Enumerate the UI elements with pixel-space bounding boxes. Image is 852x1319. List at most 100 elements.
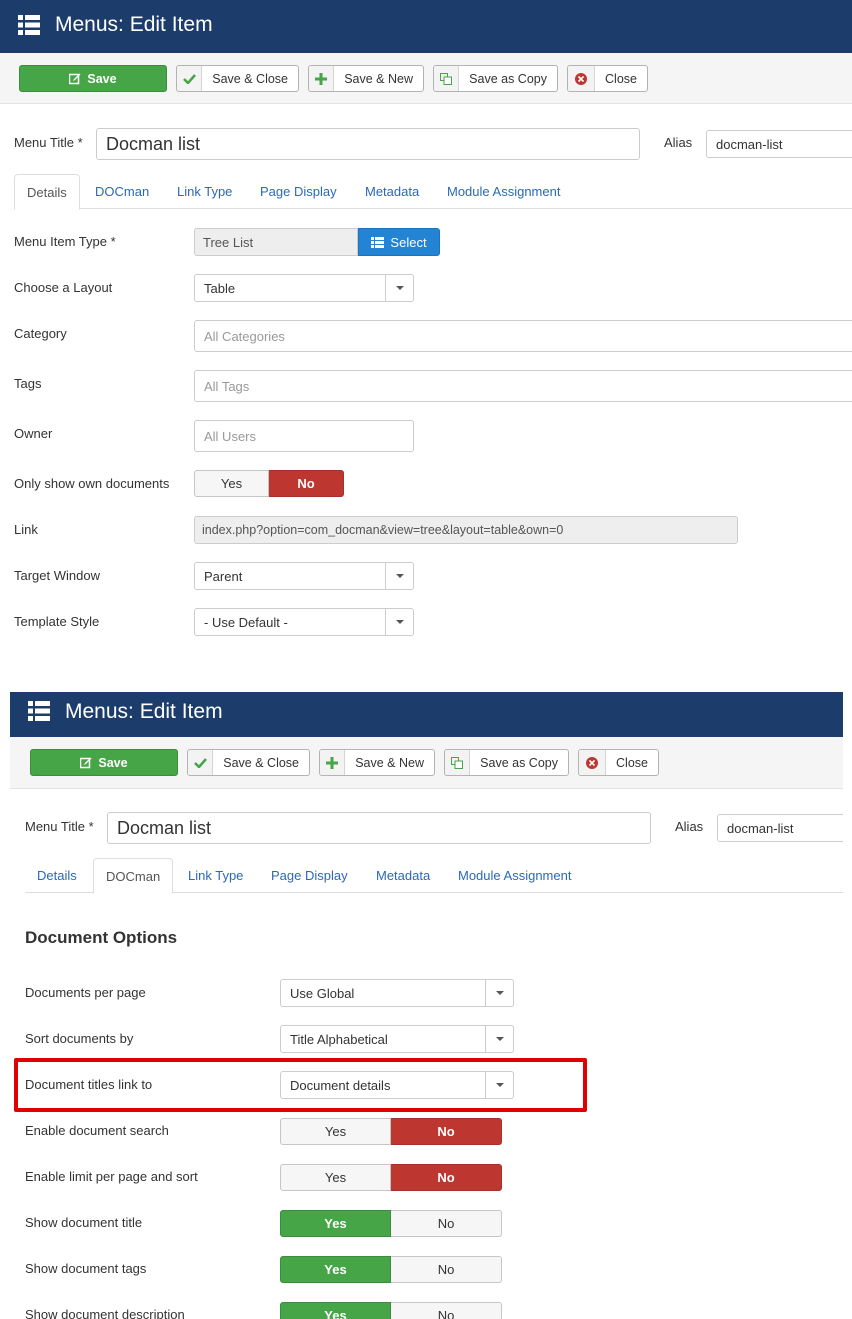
tab-metadata[interactable]: Metadata	[364, 858, 442, 893]
tab-details[interactable]: Details	[14, 174, 80, 210]
per-page-select[interactable]: Use Global	[280, 979, 514, 1007]
menu-item-type-field: Tree List Select	[194, 228, 440, 256]
tab-docman[interactable]: DOCman	[83, 174, 161, 209]
save-close-button[interactable]: Save & Close	[187, 749, 310, 776]
no-option[interactable]: No	[269, 470, 344, 497]
link-input: index.php?option=com_docman&view=tree&la…	[194, 516, 738, 544]
no-option[interactable]: No	[391, 1210, 502, 1237]
show-tags-toggle: Yes No	[280, 1256, 502, 1283]
template-style-select[interactable]: - Use Default -	[194, 608, 414, 636]
category-label: Category	[14, 326, 67, 341]
link-label: Link	[14, 522, 38, 537]
search-toggle: Yes No	[280, 1118, 502, 1145]
limit-toggle: Yes No	[280, 1164, 502, 1191]
close-button[interactable]: Close	[567, 65, 648, 92]
chevron-down-icon	[495, 1083, 504, 1087]
save-close-button[interactable]: Save & Close	[176, 65, 299, 92]
titles-link-select[interactable]: Document details	[280, 1071, 514, 1099]
chevron-down-icon	[495, 1037, 504, 1041]
chevron-down-icon	[495, 991, 504, 995]
alias-label: Alias	[664, 135, 693, 150]
layout-select[interactable]: Table	[194, 274, 414, 302]
page-title: Menus: Edit Item	[55, 13, 213, 36]
close-circle-icon	[575, 72, 588, 85]
edit-icon	[80, 757, 92, 768]
no-option[interactable]: No	[391, 1256, 502, 1283]
target-window-label: Target Window	[14, 568, 100, 583]
tab-details[interactable]: Details	[25, 858, 89, 893]
target-window-select[interactable]: Parent	[194, 562, 414, 590]
no-option[interactable]: No	[391, 1118, 502, 1145]
menu-title-input[interactable]: Docman list	[107, 812, 651, 844]
menu-item-type-value: Tree List	[194, 228, 358, 256]
save-button[interactable]: Save	[19, 65, 167, 92]
tab-module-assignment[interactable]: Module Assignment	[435, 174, 572, 209]
tab-bar: Details DOCman Link Type Page Display Me…	[14, 174, 852, 210]
chevron-down-icon	[395, 620, 404, 624]
show-title-toggle: Yes No	[280, 1210, 502, 1237]
yes-option[interactable]: Yes	[280, 1118, 391, 1145]
tab-page-display[interactable]: Page Display	[259, 858, 360, 893]
tab-metadata[interactable]: Metadata	[353, 174, 431, 209]
tab-module-assignment[interactable]: Module Assignment	[446, 858, 583, 893]
alias-input[interactable]: docman-list	[706, 130, 852, 158]
menu-item-type-label: Menu Item Type *	[14, 234, 116, 249]
page-header: Menus: Edit Item	[0, 0, 852, 53]
menu-title-input[interactable]: Docman list	[96, 128, 640, 160]
save-copy-button[interactable]: Save as Copy	[444, 749, 569, 776]
save-button[interactable]: Save	[30, 749, 178, 776]
show-desc-toggle: Yes No	[280, 1302, 502, 1319]
show-desc-label: Show document description	[25, 1307, 185, 1319]
copy-icon	[451, 756, 464, 769]
yes-option[interactable]: Yes	[194, 470, 269, 497]
copy-icon	[440, 72, 453, 85]
plus-icon	[326, 756, 339, 769]
no-option[interactable]: No	[391, 1164, 502, 1191]
alias-input[interactable]: docman-list	[717, 814, 843, 842]
menu-title-label: Menu Title *	[14, 135, 83, 150]
yes-option[interactable]: Yes	[280, 1210, 391, 1237]
save-new-button[interactable]: Save & New	[308, 65, 424, 92]
own-docs-toggle: Yes No	[194, 470, 344, 497]
yes-option[interactable]: Yes	[280, 1164, 391, 1191]
chevron-down-icon	[395, 574, 404, 578]
chevron-down-icon	[395, 286, 404, 290]
show-title-label: Show document title	[25, 1215, 143, 1230]
tab-page-display[interactable]: Page Display	[248, 174, 349, 209]
list-icon	[371, 236, 385, 248]
tab-link-type[interactable]: Link Type	[165, 174, 244, 209]
tab-docman[interactable]: DOCman	[93, 858, 174, 894]
no-option[interactable]: No	[391, 1302, 502, 1319]
owner-input[interactable]: All Users	[194, 420, 414, 452]
save-new-button[interactable]: Save & New	[319, 749, 435, 776]
select-button[interactable]: Select	[358, 228, 440, 256]
tags-input[interactable]: All Tags	[194, 370, 852, 402]
page-header: Menus: Edit Item	[10, 692, 843, 737]
titles-link-label: Document titles link to	[25, 1077, 153, 1092]
sort-label: Sort documents by	[25, 1031, 134, 1046]
screenshot-details-tab: Menus: Edit Item Save Save & Close Save …	[0, 0, 852, 660]
list-icon	[18, 15, 40, 35]
show-tags-label: Show document tags	[25, 1261, 147, 1276]
sort-select[interactable]: Title Alphabetical	[280, 1025, 514, 1053]
section-title: Document Options	[25, 928, 178, 947]
tags-label: Tags	[14, 376, 42, 391]
yes-option[interactable]: Yes	[280, 1302, 391, 1319]
list-icon	[28, 701, 50, 721]
menu-title-label: Menu Title *	[25, 819, 94, 834]
per-page-label: Documents per page	[25, 985, 146, 1000]
save-copy-button[interactable]: Save as Copy	[433, 65, 558, 92]
yes-option[interactable]: Yes	[280, 1256, 391, 1283]
close-button[interactable]: Close	[578, 749, 659, 776]
close-circle-icon	[586, 756, 599, 769]
search-label: Enable document search	[25, 1123, 169, 1138]
check-icon	[193, 758, 207, 768]
edit-icon	[69, 73, 81, 84]
limit-label: Enable limit per page and sort	[25, 1169, 198, 1184]
page-title: Menus: Edit Item	[65, 700, 223, 723]
owner-label: Owner	[14, 426, 53, 441]
template-style-label: Template Style	[14, 614, 100, 629]
tab-link-type[interactable]: Link Type	[176, 858, 255, 893]
alias-label: Alias	[675, 819, 704, 834]
category-input[interactable]: All Categories	[194, 320, 852, 352]
